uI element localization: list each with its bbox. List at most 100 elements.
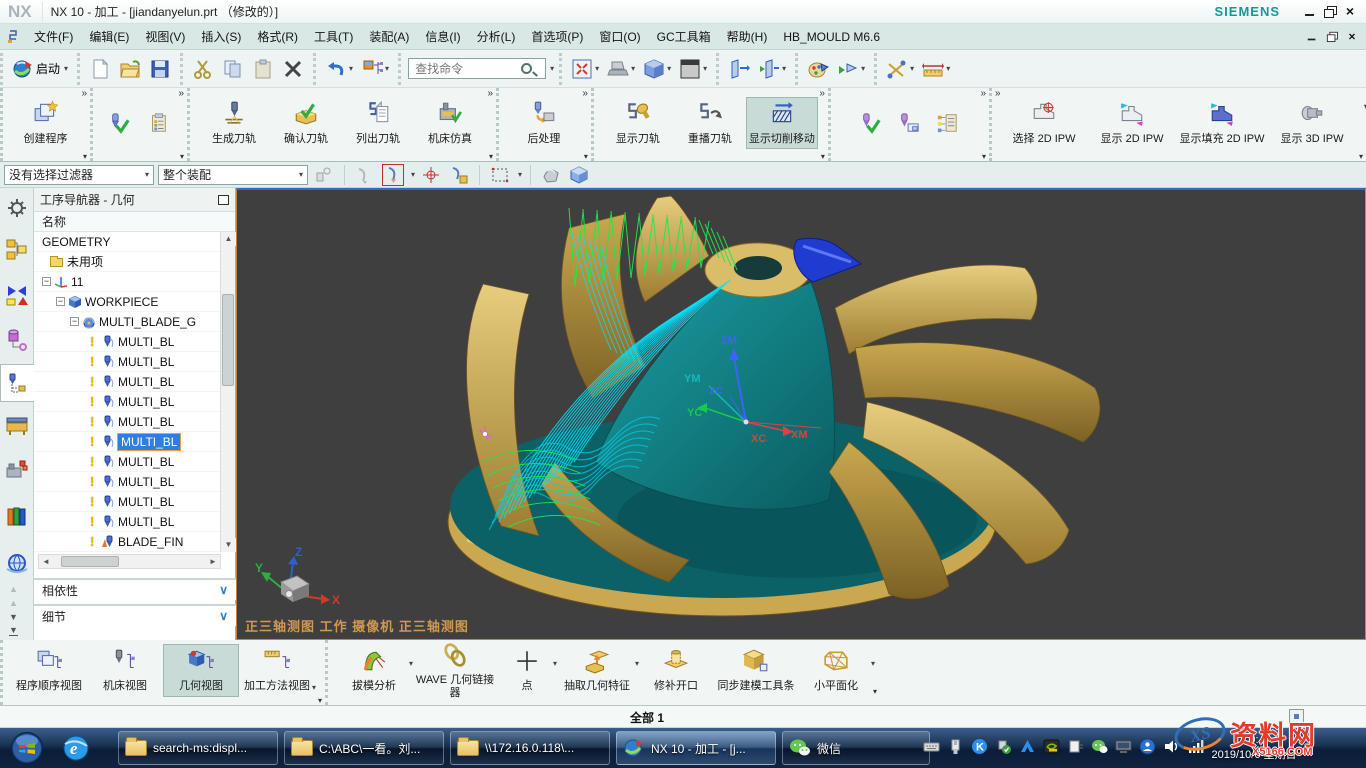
show-toolpath-button[interactable]: 显示刀轨 — [602, 97, 674, 149]
snap-settings-icon[interactable] — [449, 165, 469, 185]
new-file-button[interactable] — [86, 56, 114, 82]
verify-toolpath-button[interactable]: 确认刀轨 — [270, 97, 342, 149]
assembly-constraints-icon[interactable] — [314, 165, 334, 185]
plugin-power-icon[interactable] — [1067, 738, 1084, 755]
create-program-button[interactable]: 创建程序 — [11, 97, 80, 149]
menu-tools[interactable]: 工具(T) — [306, 24, 361, 49]
start-orb-icon[interactable] — [10, 731, 44, 765]
navigator-clipboard-button[interactable] — [932, 108, 962, 138]
scrollbar-thumb[interactable] — [222, 294, 234, 386]
usb-device-icon[interactable] — [947, 738, 964, 755]
tool-check2-button[interactable] — [856, 108, 886, 138]
rotate-point-icon[interactable] — [421, 165, 441, 185]
snap-point-disabled-icon[interactable] — [355, 165, 375, 185]
part-navigator-icon[interactable] — [5, 328, 29, 352]
taskbar-wechat[interactable]: 微信 — [782, 731, 930, 765]
tree-row-operation[interactable]: ! MULTI_BL — [34, 332, 221, 352]
volume-icon[interactable] — [1163, 738, 1180, 755]
tree-row-workpiece[interactable]: − WORKPIECE — [34, 292, 221, 312]
orient-view-button[interactable]: ▾ — [834, 56, 868, 82]
program-order-view-button[interactable]: 程序顺序视图 — [11, 644, 87, 697]
graphics-window[interactable]: ZM YM ZC YC XC XM X Y — [236, 188, 1366, 640]
process-studio-icon[interactable] — [5, 458, 29, 482]
resource-scroll-up-icon[interactable]: ▲ — [9, 584, 18, 594]
undo-button[interactable]: ▾ — [322, 56, 356, 82]
machining-method-view-button[interactable]: ▾ 加工方法视图 — [239, 644, 315, 697]
work-cube-icon[interactable] — [569, 165, 589, 185]
tree-row-operation[interactable]: ! MULTI_BL — [34, 452, 221, 472]
shaded-wireframe-icon[interactable] — [541, 165, 561, 185]
tree-row-operation-selected[interactable]: ! MULTI_BL — [34, 432, 221, 452]
assembly-structure-button[interactable]: ▾ — [358, 56, 392, 82]
details-panel[interactable]: 细节 ∨ — [34, 604, 236, 626]
autodesk-icon[interactable] — [1019, 738, 1036, 755]
tree-row-blade-finish[interactable]: ! BLADE_FIN — [34, 532, 221, 552]
minimize-icon[interactable] — [1302, 4, 1318, 19]
menu-format[interactable]: 格式(R) — [249, 24, 306, 49]
tree-row-operation[interactable]: ! MULTI_BL — [34, 512, 221, 532]
display-settings-icon[interactable] — [1115, 738, 1132, 755]
menu-hb-mould[interactable]: HB_MOULD M6.6 — [775, 26, 888, 48]
tree-row-multi-blade-geom[interactable]: − MULTI_BLADE_G — [34, 312, 221, 332]
facet-body-button[interactable]: ▾▾ 小平面化 — [798, 644, 874, 697]
operation-list-button[interactable] — [143, 108, 173, 138]
menu-assemblies[interactable]: 装配(A) — [361, 24, 417, 49]
delete-button[interactable] — [279, 56, 307, 82]
tool-sheet-button[interactable] — [894, 108, 924, 138]
rectangle-select-icon[interactable] — [490, 165, 510, 185]
tree-row-operation[interactable]: ! MULTI_BL — [34, 372, 221, 392]
menu-analysis[interactable]: 分析(L) — [469, 24, 524, 49]
snap-point-icon[interactable] — [383, 165, 403, 185]
assembly-navigator-icon[interactable] — [5, 238, 29, 262]
point-button[interactable]: ▾ 点 — [498, 644, 556, 697]
tree-row-unused[interactable]: 未用项 — [34, 252, 221, 272]
panel-pin-icon[interactable] — [218, 195, 229, 205]
restore-icon[interactable] — [1322, 4, 1338, 19]
selection-filter-dropdown[interactable]: 没有选择过滤器▾ — [4, 165, 154, 185]
tree-row-operation[interactable]: ! MULTI_BL — [34, 412, 221, 432]
menu-file[interactable]: 文件(F) — [26, 24, 81, 49]
menu-gc-toolbox[interactable]: GC工具箱 — [649, 24, 719, 49]
tree-row-mcs[interactable]: − 11 — [34, 272, 221, 292]
cut-button[interactable] — [189, 56, 217, 82]
resource-scroll-down-icon[interactable]: ▼ — [9, 612, 18, 622]
menu-view[interactable]: 视图(V) — [137, 24, 193, 49]
machine-tool-view-button[interactable]: 机床视图 — [87, 644, 163, 697]
taskbar-clock[interactable]: 9: 2019/10/6 星期日 — [1208, 733, 1300, 763]
measure-button[interactable]: ▾ — [883, 56, 917, 82]
section-view-button[interactable] — [725, 56, 753, 82]
resource-scroll-up2-icon[interactable]: ▲ — [9, 598, 18, 608]
patch-openings-button[interactable]: 修补开口 — [638, 644, 714, 697]
show-3d-ipw-button[interactable]: ▾ 显示 3D IPW — [1268, 97, 1356, 149]
open-file-button[interactable] — [116, 56, 144, 82]
save-button[interactable] — [146, 56, 174, 82]
simulate-machine-button[interactable]: 机床仿真 — [414, 97, 486, 149]
tree-row-operation[interactable]: ! MULTI_BL — [34, 492, 221, 512]
paste-button[interactable] — [249, 56, 277, 82]
network-signal-icon[interactable] — [1187, 738, 1204, 755]
roles-gear-icon[interactable] — [5, 196, 29, 220]
geometry-view-button[interactable]: 几何视图 — [163, 644, 239, 697]
draft-analysis-button[interactable]: ▾ 拔模分析 — [336, 644, 412, 697]
edit-section-button[interactable]: ▾ — [755, 56, 789, 82]
resource-scroll-end-icon[interactable]: ▼ — [9, 625, 18, 636]
collapse-icon[interactable]: − — [56, 297, 65, 306]
synchronous-modeling-button[interactable]: 同步建模工具条 — [714, 644, 798, 697]
view-background-button[interactable]: ▾ — [676, 56, 710, 82]
command-search-input[interactable] — [413, 61, 521, 77]
menu-information[interactable]: 信息(I) — [417, 24, 468, 49]
selection-scope-dropdown[interactable]: 整个装配▾ — [158, 165, 308, 185]
visualization-preferences-button[interactable] — [804, 56, 832, 82]
menu-preferences[interactable]: 首选项(P) — [523, 24, 591, 49]
copy-button[interactable] — [219, 56, 247, 82]
menu-insert[interactable]: 插入(S) — [193, 24, 249, 49]
list-toolpath-button[interactable]: 列出刀轨 — [342, 97, 414, 149]
menu-help[interactable]: 帮助(H) — [719, 24, 776, 49]
wechat-tray-icon[interactable] — [1091, 738, 1108, 755]
constraint-navigator-icon[interactable] — [5, 284, 29, 308]
tree-row-operation[interactable]: ! MULTI_BL — [34, 352, 221, 372]
status-window-icon[interactable] — [1289, 709, 1304, 724]
kingsoft-icon[interactable]: K — [971, 738, 988, 755]
taskbar-folder-search[interactable]: search-ms:displ... — [118, 731, 278, 765]
post-process-button[interactable]: 后处理 — [508, 97, 580, 149]
